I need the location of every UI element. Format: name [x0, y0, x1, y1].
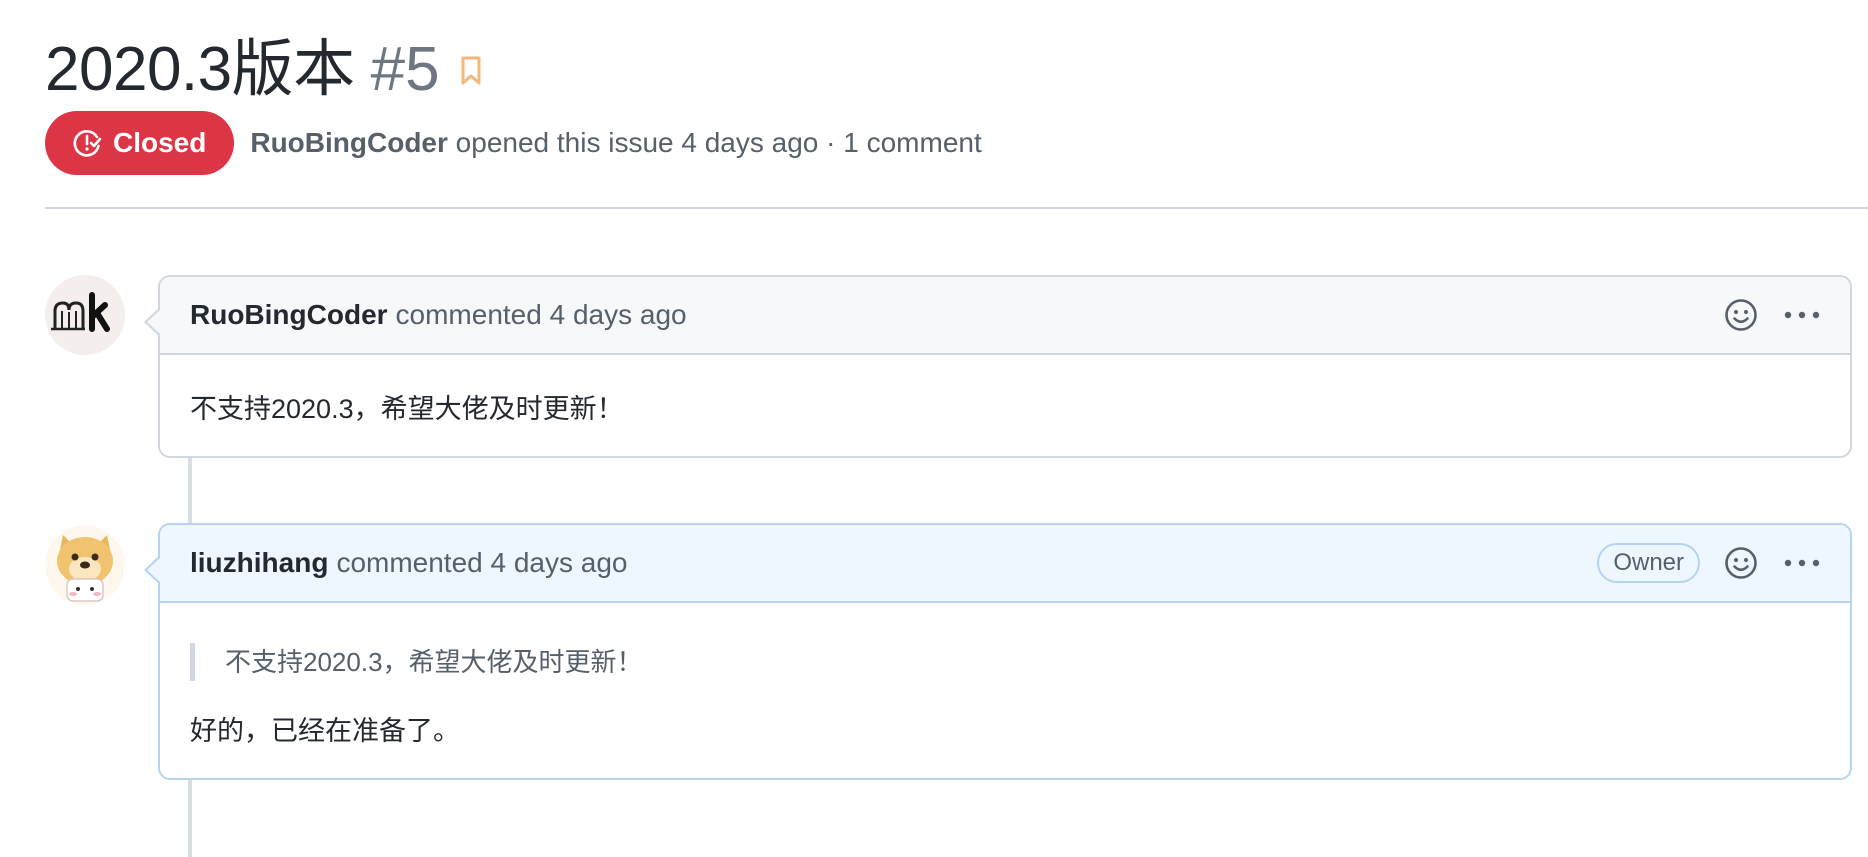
kebab-horizontal-icon[interactable] [1784, 558, 1820, 568]
comment-text: 不支持2020.3，希望大佬及时更新！ [190, 394, 624, 424]
issue-number: #5 [370, 35, 440, 104]
comment-author-link[interactable]: liuzhihang [190, 547, 328, 579]
comment-header: RuoBingCoder commented 4 days ago [160, 277, 1850, 355]
doge-avatar [45, 525, 125, 605]
kebab-horizontal-icon[interactable] [1784, 310, 1820, 320]
comment-body: 不支持2020.3，希望大佬及时更新！ [160, 355, 1850, 429]
issue-meta-text: RuoBingCoder opened this issue 4 days ag… [250, 127, 981, 159]
smiley-icon[interactable] [1724, 546, 1758, 580]
comment-header: liuzhihang commented 4 days ago Owner [160, 525, 1850, 603]
issue-closed-icon [73, 130, 102, 157]
header-divider [45, 207, 1868, 209]
smiley-icon[interactable] [1724, 298, 1758, 332]
comment-card: liuzhihang commented 4 days ago Owner 不支… [144, 523, 1852, 780]
issue-title: 2020.3版本 [45, 35, 355, 104]
issue-opened-text: opened this issue 4 days ago · 1 comment [455, 127, 982, 158]
quoted-reply: 不支持2020.3，希望大佬及时更新！ [190, 643, 1820, 681]
comment-timestamp[interactable]: commented 4 days ago [336, 547, 627, 579]
issue-meta: Closed RuoBingCoder opened this issue 4 … [45, 111, 982, 175]
comment-card: RuoBingCoder commented 4 days ago 不支持202… [144, 275, 1852, 458]
comment-text: 好的，已经在准备了。 [190, 716, 460, 746]
comment-body: 不支持2020.3，希望大佬及时更新！ 好的，已经在准备了。 [160, 603, 1850, 751]
comment-arrow [144, 307, 161, 337]
issue-state-label: Closed [113, 127, 207, 158]
issue-author-link[interactable]: RuoBingCoder [250, 127, 448, 158]
comment-author-link[interactable]: RuoBingCoder [190, 299, 388, 331]
mk-logo-avatar [45, 275, 125, 355]
avatar[interactable] [45, 275, 125, 355]
comment-timestamp[interactable]: commented 4 days ago [396, 299, 687, 331]
issue-state-badge: Closed [45, 111, 235, 175]
bookmark-icon[interactable] [460, 56, 482, 86]
owner-badge: Owner [1597, 543, 1700, 583]
comment-arrow [144, 555, 161, 585]
issue-header: 2020.3版本 #5 [45, 18, 482, 108]
avatar[interactable] [45, 525, 125, 605]
